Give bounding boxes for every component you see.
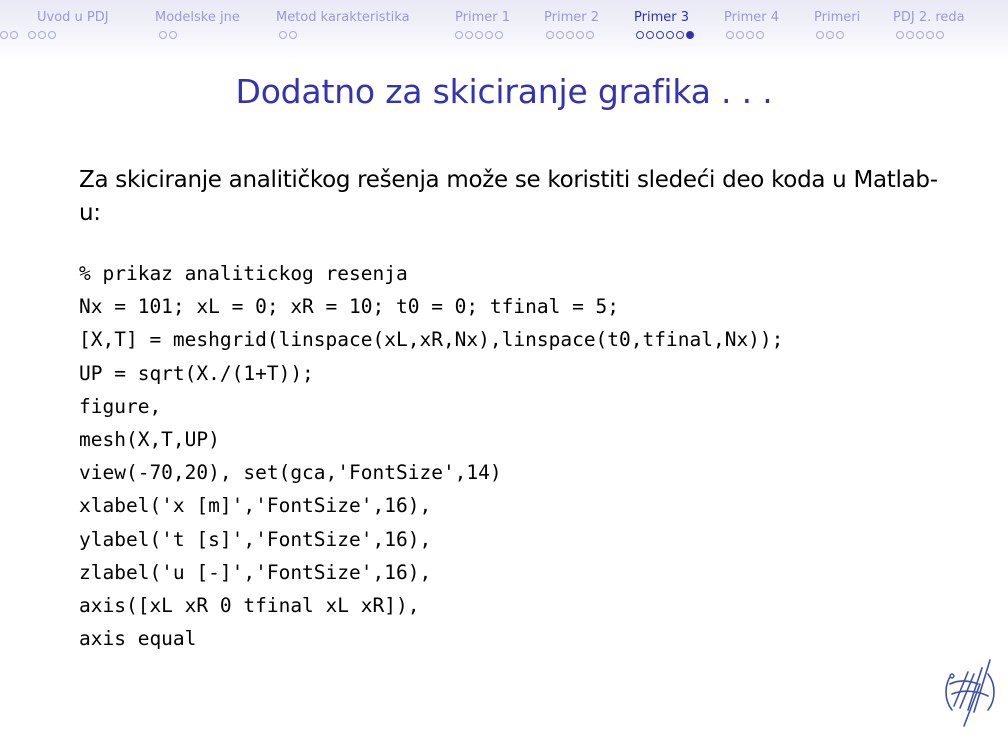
nav-dot[interactable] [926,31,934,39]
nav-dot[interactable] [465,31,473,39]
nav-dot[interactable] [475,31,483,39]
nav-dot[interactable] [28,31,36,39]
nav-section-primeri[interactable]: Primeri [814,10,860,26]
nav-dot[interactable] [566,31,574,39]
code-line: axis equal [79,627,197,651]
nav-dots-primeri[interactable] [816,31,844,41]
code-line: axis([xL xR 0 tfinal xL xR]), [79,594,420,618]
nav-dot[interactable] [916,31,924,39]
nav-dots-primer-3[interactable] [636,31,694,41]
matlab-code-block: % prikaz analitickog resenja Nx = 101; xL… [79,257,783,655]
nav-dot[interactable] [0,31,8,39]
nav-dot[interactable] [726,31,734,39]
nav-dot[interactable] [586,31,594,39]
nav-dots-primer-1[interactable] [455,31,503,41]
navigation-bar: Uvod u PDJ Modelske jne Metod karakteris… [0,0,1008,60]
nav-dot[interactable] [289,31,297,39]
nav-dot[interactable] [48,31,56,39]
code-line: mesh(X,T,UP) [79,428,220,452]
code-line: % prikaz analitickog resenja [79,262,408,285]
nav-dot[interactable] [546,31,554,39]
nav-dot[interactable] [666,31,674,39]
nav-dot[interactable] [279,31,287,39]
nav-section-primer-3[interactable]: Primer 3 [634,10,689,26]
nav-section-primer-1[interactable]: Primer 1 [455,10,510,26]
nav-section-modelske[interactable]: Modelske jne [155,10,240,26]
nav-section-primer-2[interactable]: Primer 2 [544,10,599,26]
code-line: view(-70,20), set(gca,'FontSize',14) [79,461,502,485]
nav-dot[interactable] [646,31,654,39]
nav-dot[interactable] [656,31,664,39]
code-line: ylabel('t [s]','FontSize',16), [79,527,432,551]
university-logo-icon [938,654,1000,730]
nav-dot[interactable] [485,31,493,39]
nav-dot[interactable] [495,31,503,39]
nav-dot[interactable] [159,31,167,39]
nav-dots-metod[interactable] [279,31,297,41]
slide-title: Dodatno za skiciranje grafika . . . [235,72,773,111]
nav-dot[interactable] [896,31,904,39]
nav-dot[interactable] [816,31,824,39]
nav-section-primer-4[interactable]: Primer 4 [724,10,779,26]
nav-dot[interactable] [756,31,764,39]
code-line: figure, [79,394,162,418]
nav-dots-pdj2[interactable] [896,31,944,41]
nav-dot[interactable] [10,31,18,39]
nav-dot[interactable] [676,31,684,39]
nav-dot[interactable] [455,31,463,39]
nav-dots-primer-2[interactable] [546,31,594,41]
code-line: UP = sqrt(X./(1+T)); [79,361,314,385]
nav-section-uvod[interactable]: Uvod u PDJ [37,10,109,26]
nav-dot[interactable] [636,31,644,39]
nav-dot[interactable] [556,31,564,39]
nav-dots-primer-4[interactable] [726,31,764,41]
nav-dot[interactable] [826,31,834,39]
code-line: zlabel('u [-]','FontSize',16), [79,560,432,584]
nav-dot[interactable] [836,31,844,39]
nav-dots-modelske[interactable] [159,31,177,41]
nav-section-pdj2[interactable]: PDJ 2. reda [893,10,965,26]
nav-dot[interactable] [38,31,46,39]
nav-dot-current[interactable] [686,31,694,39]
nav-dot[interactable] [906,31,914,39]
nav-dot[interactable] [576,31,584,39]
nav-dot[interactable] [936,31,944,39]
nav-dot[interactable] [736,31,744,39]
code-line: xlabel('x [m]','FontSize',16), [79,494,432,518]
intro-text: Za skiciranje analitičkog rešenja može s… [79,167,938,226]
nav-dot[interactable] [746,31,754,39]
nav-dots-uvod[interactable] [0,31,56,41]
code-line: Nx = 101; xL = 0; xR = 10; t0 = 0; tfina… [79,295,620,319]
code-line: [X,T] = meshgrid(linspace(xL,xR,Nx),lins… [79,328,784,352]
nav-section-metod[interactable]: Metod karakteristika [276,10,410,26]
nav-dot[interactable] [169,31,177,39]
